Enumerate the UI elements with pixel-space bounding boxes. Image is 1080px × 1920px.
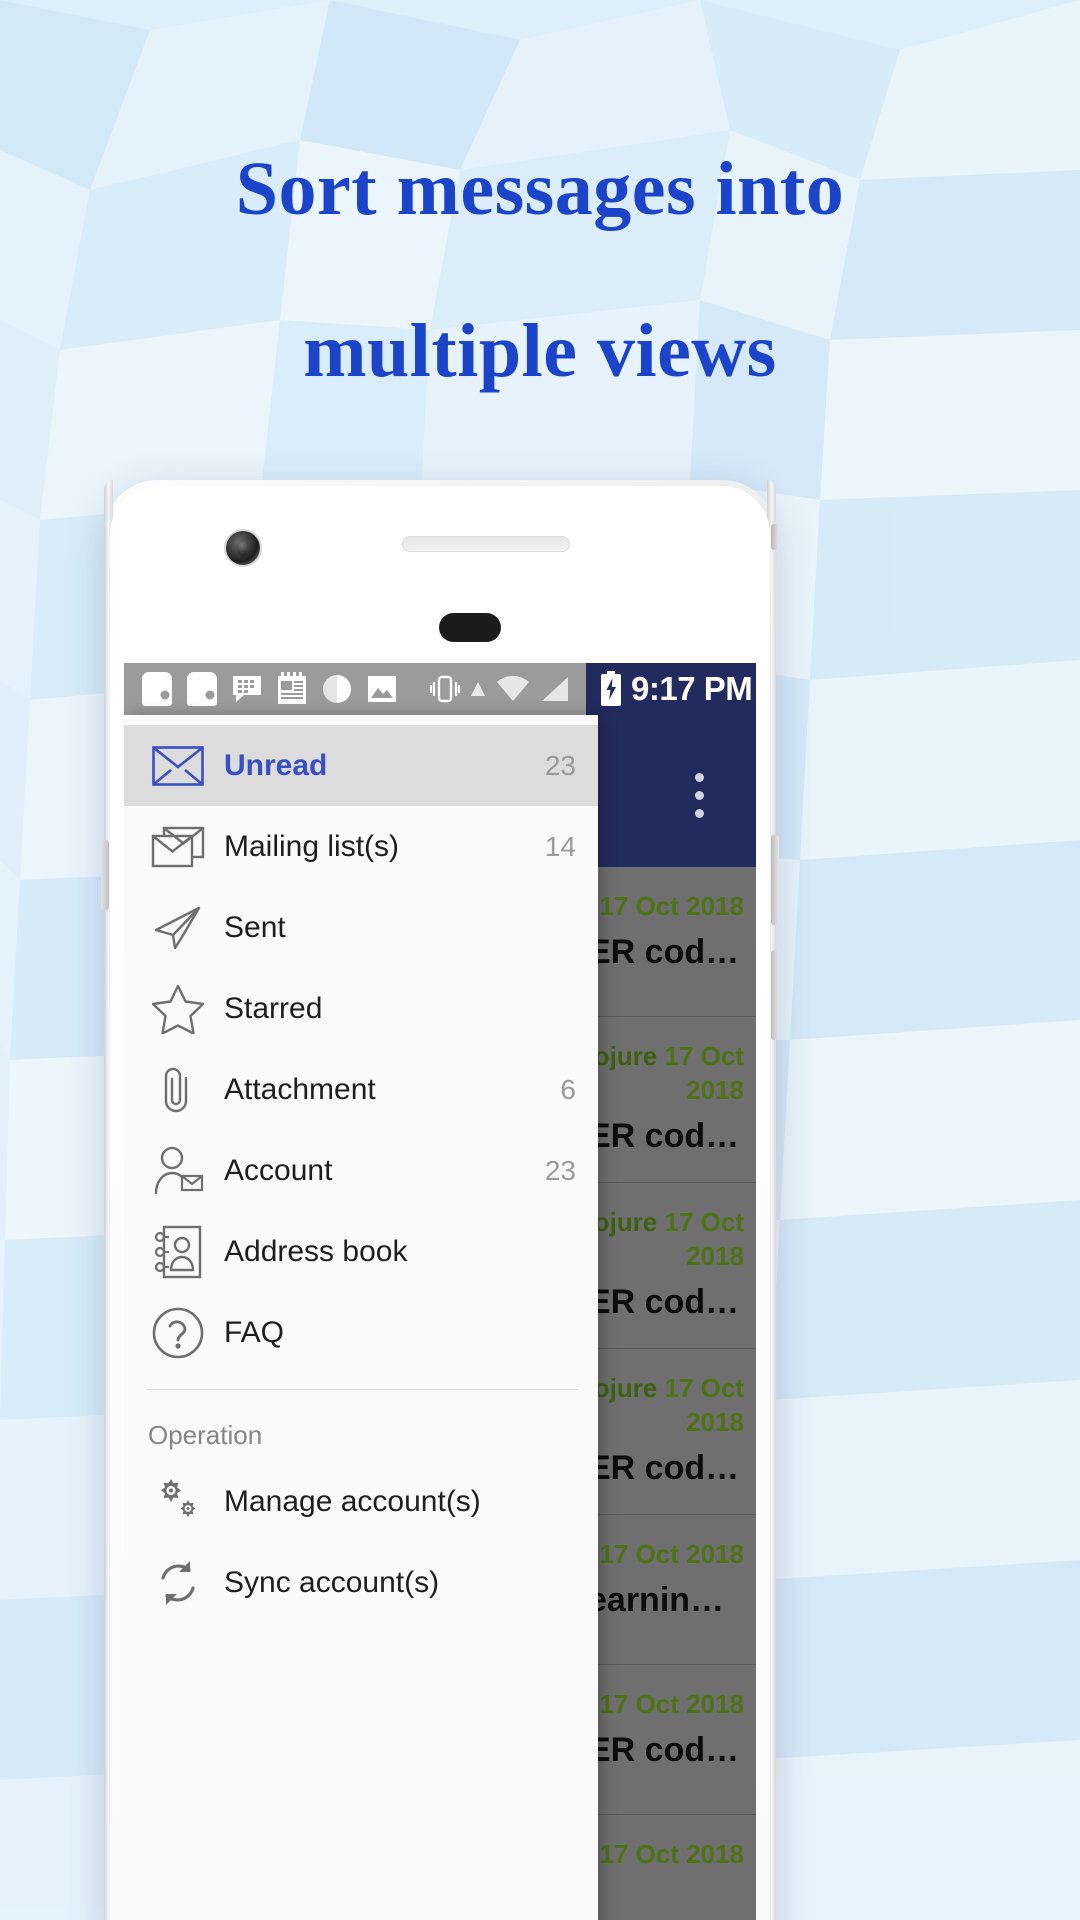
drawer-item-starred[interactable]: Starred [124,968,598,1049]
sensor-pill [439,613,501,642]
phone-screen-frame: 9:17 PM 17 Oct 2018 ER cod… ojure 17 Oct… [110,486,770,1920]
battery-charging-icon [601,671,621,706]
wifi-icon [497,675,529,701]
news-calendar-icon [278,672,306,704]
mail-subject: ER cod… [588,1449,740,1487]
mail-date: 17 Oct 2018 [599,1839,744,1869]
volume-up-button[interactable] [771,835,779,925]
drawer-item-sync-accounts[interactable]: Sync account(s) [124,1542,598,1623]
phone-mockup: 9:17 PM 17 Oct 2018 ER cod… ojure 17 Oct… [101,480,779,1920]
mail-subject: earnin… [588,1581,725,1619]
drawer-item-label: Sent [224,910,286,944]
drawer-item-unread[interactable]: Unread 23 [124,725,598,806]
drawer-top-spacer [124,715,598,725]
mail-date: 17 Oct 2018 [599,891,744,921]
mail-date: 17 Oct 2018 [664,1041,745,1105]
drawer-item-label: Manage account(s) [224,1484,481,1518]
promo-headline: Sort messages into multiple views [0,108,1080,432]
mail-sender: ojure [593,1373,658,1403]
mail-list[interactable]: 17 Oct 2018 ER cod… ojure 17 Oct 2018 ER… [586,867,756,1920]
list-item[interactable]: ojure 17 Oct 2018 ER cod… [586,1017,756,1183]
status-bar: 9:17 PM [124,663,756,715]
left-side-button[interactable] [101,840,109,910]
image-icon [368,676,396,702]
alert-triangle-icon [471,682,485,696]
question-circle-icon [148,1303,208,1363]
drawer-item-label: Starred [224,991,323,1025]
drawer-item-label: Unread [224,748,328,782]
headline-line-1: Sort messages into [235,147,845,231]
power-button[interactable] [771,524,779,550]
drawer-item-mailing-lists[interactable]: Mailing list(s) 14 [124,806,598,887]
app-bar [586,715,756,867]
overflow-menu-icon[interactable] [695,773,704,818]
cell-signal-icon [542,677,568,701]
paperclip-icon [148,1060,208,1120]
phone-screen: 9:17 PM 17 Oct 2018 ER cod… ojure 17 Oct… [124,663,756,1920]
list-item[interactable]: 17 Oct 2018 earnin… [586,1515,756,1665]
mail-subject: ER cod… [588,1283,740,1321]
drawer-item-label: Account [224,1153,333,1187]
mail-sender: ojure [593,1041,658,1071]
drawer-item-label: FAQ [224,1315,285,1349]
envelope-icon [148,736,208,796]
vibrate-icon [430,675,460,703]
mail-subject: ER cod… [588,933,740,971]
list-item[interactable]: 17 Oct 2018 ER cod… [586,1665,756,1815]
drawer-item-count: 6 [560,1073,576,1105]
gears-icon [148,1472,208,1532]
front-camera-icon [226,531,260,565]
list-item[interactable]: ojure 17 Oct 2018 ER cod… [586,1349,756,1515]
headline-line-2: multiple views [303,309,777,393]
drawer-section-title: Operation [148,1420,263,1450]
status-bar-time: 9:17 PM [631,670,753,707]
email-app-icon [142,672,172,706]
list-item[interactable]: ojure 17 Oct 2018 ER cod… [586,1183,756,1349]
mail-subject: ER cod… [588,1117,740,1155]
drawer-item-label: Attachment [224,1072,376,1106]
drawer-item-attachment[interactable]: Attachment 6 [124,1049,598,1130]
drawer-item-count: 23 [544,749,576,781]
drawer-item-address-book[interactable]: Address book [124,1211,598,1292]
drawer-item-sent[interactable]: Sent [124,887,598,968]
circle-progress-icon [323,675,351,703]
mail-date: 17 Oct 2018 [599,1689,744,1719]
paper-plane-icon [148,898,208,958]
list-item[interactable]: 17 Oct 2018 ER cod… [586,867,756,1017]
status-bar-system-icons [430,673,586,705]
chat-bubble-icon [233,676,261,702]
earpiece-speaker [402,536,570,552]
drawer-item-label: Address book [224,1234,408,1268]
mail-sender: ojure [593,1207,658,1237]
status-bar-clock-area: 9:17 PM [586,663,756,715]
drawer-item-faq[interactable]: FAQ [124,1292,598,1373]
drawer-item-label: Sync account(s) [224,1565,440,1599]
envelopes-stack-icon [148,817,208,877]
mail-date: 17 Oct 2018 [599,1539,744,1569]
mail-date: 17 Oct 2018 [664,1373,745,1437]
mail-subject: ER cod… [588,1731,740,1769]
drawer-item-label: Mailing list(s) [224,829,400,863]
email-app-icon [187,672,217,706]
status-bar-notifications [124,663,586,715]
list-item[interactable]: 17 Oct 2018 [586,1815,756,1920]
star-icon [148,979,208,1039]
drawer-item-manage-accounts[interactable]: Manage account(s) [124,1461,598,1542]
volume-down-button[interactable] [771,950,779,1040]
mail-date: 17 Oct 2018 [664,1207,745,1271]
drawer-item-count: 14 [544,830,576,862]
navigation-drawer: Unread 23 Mailing list(s) 14 Sent Starre… [124,715,598,1920]
contact-book-icon [148,1222,208,1282]
drawer-item-count: 23 [544,1154,576,1186]
person-mail-icon [148,1141,208,1201]
drawer-item-account[interactable]: Account 23 [124,1130,598,1211]
sync-icon [148,1553,208,1613]
